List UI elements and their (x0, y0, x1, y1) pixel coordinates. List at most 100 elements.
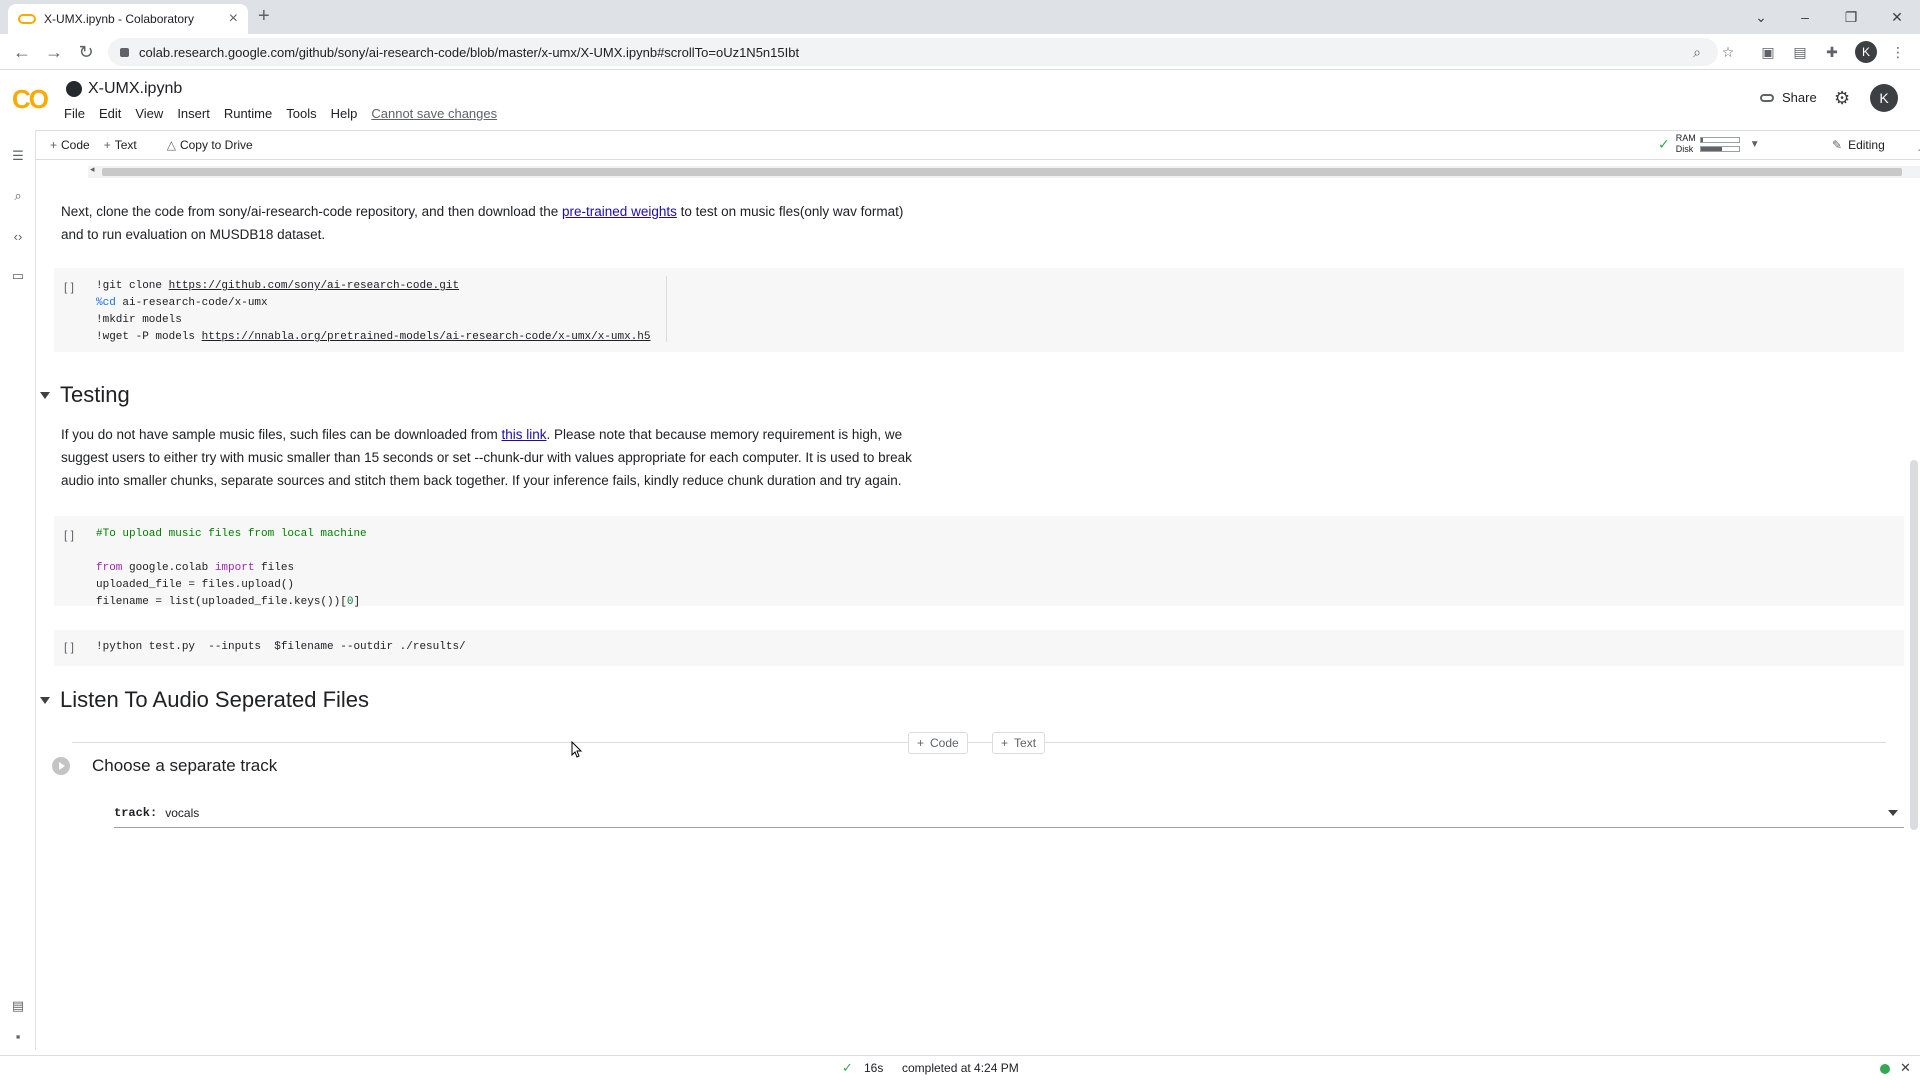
resource-monitor[interactable]: ✓ RAM Disk ▼ (1658, 133, 1760, 155)
run-cell-button[interactable]: [ ] (64, 528, 74, 542)
browser-menu-icon[interactable]: ⋮ (1888, 42, 1908, 62)
command-palette-icon[interactable]: ▤ (10, 998, 26, 1014)
cannot-save-link[interactable]: Cannot save changes (371, 106, 497, 121)
status-bar: ✓ 16s completed at 4:24 PM ✕ (0, 1055, 1920, 1080)
chevron-down-icon[interactable] (1888, 810, 1898, 816)
share-button[interactable]: Share (1760, 90, 1817, 105)
colab-logo[interactable]: CO (12, 84, 49, 115)
insert-cell-divider (72, 742, 1886, 743)
extension-icon[interactable]: ▣ (1758, 42, 1778, 62)
collapse-section-icon[interactable] (40, 696, 50, 704)
reload-icon[interactable]: ↻ (74, 40, 98, 64)
code-cell-upload[interactable]: [ ] #To upload music files from local ma… (54, 516, 1904, 608)
forward-icon[interactable]: → (42, 40, 66, 64)
menu-view[interactable]: View (135, 106, 163, 121)
notebook-name[interactable]: X-UMX.ipynb (88, 80, 182, 98)
left-sidebar: ☰ ⌕ ‹› ▭ ▤ ▪ (0, 130, 36, 1050)
table-of-contents-icon[interactable]: ☰ (10, 148, 26, 164)
resource-bars (1699, 136, 1740, 152)
account-avatar[interactable]: K (1870, 84, 1898, 112)
scrollbar-thumb[interactable] (102, 168, 1902, 176)
editing-mode-button[interactable]: ✎ Editing (1832, 138, 1885, 152)
restore-icon[interactable]: ❐ (1828, 0, 1874, 34)
zoom-icon[interactable]: ⌕ (1687, 42, 1707, 62)
testing-text-part2: . Please note that because memory requir… (546, 427, 903, 442)
tab-search-icon[interactable]: ⌄ (1738, 0, 1784, 34)
form-cell-header: Choose a separate track (52, 756, 277, 776)
clone-text-part1: Next, clone the code from sony/ai-resear… (61, 204, 563, 219)
puzzle-icon[interactable]: ✚ (1822, 42, 1842, 62)
code-editor[interactable]: !python test.py --inputs $filename --out… (96, 639, 466, 656)
resource-dropdown-icon[interactable]: ▼ (1750, 139, 1760, 150)
minimize-icon[interactable]: – (1782, 0, 1828, 34)
horizontal-scrollbar[interactable]: ◂ ▸ (88, 164, 1920, 178)
add-text-label: Text (114, 138, 137, 152)
window-close-icon[interactable]: ✕ (1874, 0, 1920, 34)
back-icon[interactable]: ← (10, 40, 34, 64)
close-tab-icon[interactable]: × (229, 10, 238, 28)
completion-time: completed at 4:24 PM (902, 1061, 1019, 1075)
section-title: Testing (60, 382, 130, 407)
notebook-title[interactable]: X-UMX.ipynb (66, 80, 182, 98)
add-code-button[interactable]: + Code (50, 138, 90, 152)
url-bar[interactable]: colab.research.google.com/github/sony/ai… (108, 38, 1718, 66)
code-editor[interactable]: #To upload music files from local machin… (96, 526, 367, 611)
menu-tools[interactable]: Tools (286, 106, 316, 121)
address-bar-row: ← → ↻ colab.research.google.com/github/s… (0, 34, 1920, 70)
vertical-scrollbar[interactable] (1910, 460, 1918, 830)
code-snippets-icon[interactable]: ‹› (10, 228, 26, 244)
clone-text-cell: Next, clone the code from sony/ai-resear… (61, 200, 903, 246)
browser-tab[interactable]: X-UMX.ipynb - Colaboratory × (8, 4, 248, 34)
search-icon[interactable]: ⌕ (10, 188, 26, 204)
editing-label: Editing (1848, 138, 1885, 152)
bookmark-star-icon[interactable]: ☆ (1718, 42, 1738, 62)
colab-header: CO X-UMX.ipynb File Edit View Insert Run… (0, 70, 1920, 130)
completed-check-icon: ✓ (842, 1060, 853, 1075)
testing-text-line2: suggest users to either try with music s… (61, 450, 912, 465)
track-select[interactable]: track: vocals (114, 798, 1904, 828)
this-link[interactable]: this link (501, 427, 546, 442)
clone-text-part2: to test on music fles(only wav format) (676, 204, 904, 219)
insert-code-label: Code (930, 736, 959, 750)
colab-favicon-icon (18, 14, 36, 24)
collapse-section-icon[interactable] (40, 391, 50, 399)
files-folder-icon[interactable]: ▭ (10, 268, 26, 284)
menu-bar: File Edit View Insert Runtime Tools Help… (64, 106, 511, 121)
section-title: Listen To Audio Seperated Files (60, 687, 370, 712)
copy-to-drive-button[interactable]: △ Copy to Drive (167, 138, 253, 152)
add-text-button[interactable]: + Text (104, 138, 137, 152)
menu-insert[interactable]: Insert (177, 106, 210, 121)
share-label: Share (1782, 90, 1817, 105)
menu-file[interactable]: File (64, 106, 85, 121)
run-cell-play-icon[interactable] (52, 757, 70, 775)
resource-labels: RAM Disk (1676, 133, 1696, 155)
plus-icon: + (917, 736, 925, 750)
run-cell-button[interactable]: [ ] (64, 280, 74, 294)
insert-text-button[interactable]: + Text (992, 732, 1046, 754)
ram-bar (1699, 136, 1740, 143)
code-cell-run-test[interactable]: [ ] !python test.py --inputs $filename -… (54, 630, 1904, 666)
gear-icon[interactable]: ⚙ (1834, 88, 1850, 109)
pretrained-weights-link[interactable]: pre-trained weights (562, 204, 677, 219)
connected-check-icon: ✓ (1658, 135, 1670, 152)
scroll-left-icon[interactable]: ◂ (90, 164, 95, 175)
close-status-icon[interactable]: ✕ (1900, 1060, 1911, 1076)
menu-edit[interactable]: Edit (99, 106, 121, 121)
pencil-icon: ✎ (1832, 138, 1843, 152)
terminal-icon[interactable]: ▪ (10, 1028, 26, 1044)
github-icon (66, 81, 82, 97)
lock-icon (120, 47, 129, 57)
code-cell-clone[interactable]: [ ] !git clone https://github.com/sony/a… (54, 268, 1904, 352)
menu-help[interactable]: Help (331, 106, 358, 121)
reading-list-icon[interactable]: ▤ (1790, 42, 1810, 62)
insert-code-button[interactable]: + Code (908, 732, 968, 754)
new-tab-button[interactable]: + (258, 5, 270, 28)
track-value[interactable]: vocals (165, 806, 199, 820)
listen-section-header[interactable]: Listen To Audio Seperated Files (36, 687, 369, 713)
ruler-line (666, 276, 667, 342)
testing-section-header[interactable]: Testing (36, 382, 130, 408)
run-cell-button[interactable]: [ ] (64, 640, 74, 654)
code-editor[interactable]: !git clone https://github.com/sony/ai-re… (96, 278, 651, 346)
menu-runtime[interactable]: Runtime (224, 106, 272, 121)
browser-profile-avatar[interactable]: K (1855, 41, 1877, 63)
